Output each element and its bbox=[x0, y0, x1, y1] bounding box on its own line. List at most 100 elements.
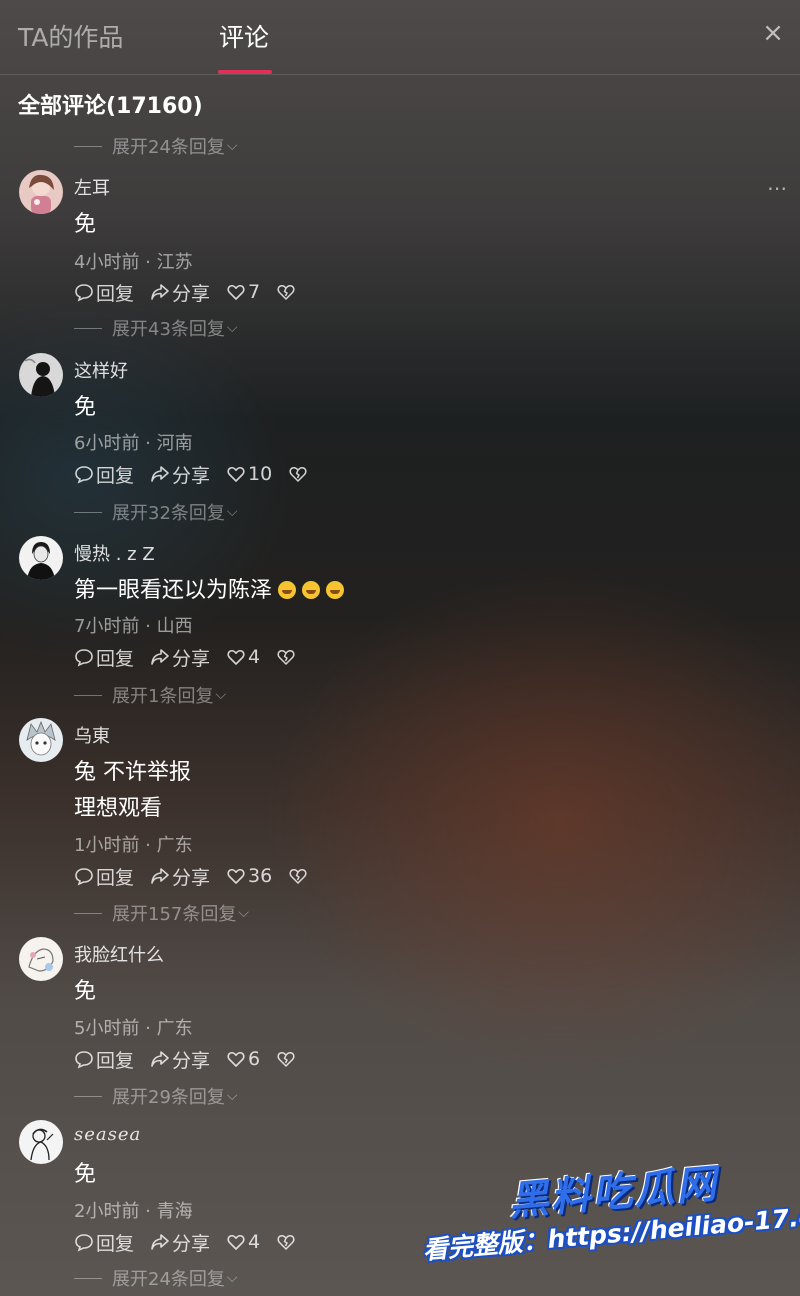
top-tab-bar: TA的作品 评论 × bbox=[0, 0, 800, 75]
reply-button[interactable]: 回复 bbox=[74, 461, 134, 488]
like-button[interactable]: 6 bbox=[226, 1048, 260, 1070]
like-button[interactable]: 36 bbox=[226, 865, 272, 887]
comment-actions: 回复 分享 4 bbox=[74, 1229, 312, 1255]
reply-icon bbox=[75, 284, 93, 302]
like-count: 4 bbox=[248, 646, 261, 668]
reply-label: 回复 bbox=[96, 1232, 135, 1255]
broken-heart-icon bbox=[289, 869, 307, 884]
dislike-button[interactable] bbox=[288, 866, 308, 886]
close-icon[interactable]: × bbox=[758, 18, 788, 48]
chevron-down-icon: ⌵ bbox=[215, 687, 227, 703]
expand-replies[interactable]: 展开157条回复 ⌵ bbox=[74, 901, 249, 925]
share-icon bbox=[151, 868, 169, 884]
avatar-photo bbox=[19, 170, 63, 214]
chevron-down-icon: ⌵ bbox=[226, 504, 238, 520]
more-options-icon[interactable]: ⋯ bbox=[767, 176, 788, 200]
expand-replies[interactable]: 展开24条回复 ⌵ bbox=[74, 134, 238, 158]
heart-icon bbox=[227, 868, 245, 884]
share-label: 分享 bbox=[172, 1049, 211, 1072]
avatar-sketch bbox=[19, 937, 63, 981]
reply-button[interactable]: 回复 bbox=[74, 644, 134, 671]
comment-text: 兔 不许举报 bbox=[74, 760, 191, 785]
dislike-button[interactable] bbox=[276, 647, 296, 667]
avatar[interactable] bbox=[19, 536, 63, 580]
divider-dash bbox=[74, 1277, 102, 1279]
reply-label: 回复 bbox=[96, 282, 135, 305]
reply-button[interactable]: 回复 bbox=[74, 1046, 134, 1073]
reply-icon bbox=[75, 1051, 93, 1069]
reply-button[interactable]: 回复 bbox=[74, 863, 134, 890]
avatar[interactable] bbox=[19, 718, 63, 762]
dislike-button[interactable] bbox=[276, 282, 296, 302]
watermark-url: 看完整版：https://heiliao-17.com bbox=[421, 1198, 800, 1265]
username[interactable]: 慢热 . z Z bbox=[74, 540, 155, 566]
chevron-down-icon: ⌵ bbox=[238, 905, 249, 921]
username[interactable]: seasea bbox=[74, 1124, 141, 1145]
heart-icon bbox=[227, 284, 245, 300]
username[interactable]: 乌東 bbox=[74, 722, 110, 748]
reply-icon bbox=[75, 1234, 93, 1252]
dislike-button[interactable] bbox=[288, 464, 308, 484]
share-icon bbox=[151, 649, 169, 665]
comment-actions: 回复 分享 6 bbox=[74, 1046, 312, 1072]
username[interactable]: 左耳 bbox=[74, 174, 110, 200]
reply-label: 回复 bbox=[96, 464, 135, 487]
active-tab-indicator bbox=[218, 70, 272, 74]
expand-replies[interactable]: 展开29条回复 ⌵ bbox=[74, 1084, 238, 1108]
dislike-button[interactable] bbox=[276, 1049, 296, 1069]
heart-icon bbox=[227, 1051, 245, 1067]
comment-meta: 2小时前 · 青海 bbox=[74, 1201, 193, 1222]
divider-dash bbox=[74, 694, 102, 696]
share-button[interactable]: 分享 bbox=[150, 1229, 210, 1256]
comment-text: 免 bbox=[74, 212, 97, 237]
share-label: 分享 bbox=[172, 464, 211, 487]
share-button[interactable]: 分享 bbox=[150, 644, 210, 671]
divider-dash bbox=[74, 327, 102, 329]
comment-text: 免 bbox=[74, 1162, 97, 1187]
share-button[interactable]: 分享 bbox=[150, 279, 210, 306]
share-button[interactable]: 分享 bbox=[150, 461, 210, 488]
expand-replies-label: 展开1条回复 bbox=[112, 686, 214, 707]
avatar[interactable] bbox=[19, 170, 63, 214]
chevron-down-icon: ⌵ bbox=[226, 138, 238, 154]
comment-actions: 回复 分享 7 bbox=[74, 279, 312, 305]
avatar[interactable] bbox=[19, 1120, 63, 1164]
like-button[interactable]: 4 bbox=[226, 646, 260, 668]
like-button[interactable]: 10 bbox=[226, 463, 272, 485]
divider-dash bbox=[74, 1095, 102, 1097]
like-button[interactable]: 4 bbox=[226, 1231, 260, 1253]
avatar[interactable] bbox=[19, 353, 63, 397]
comment-text-line-2: 理想观看 bbox=[74, 796, 163, 821]
chevron-down-icon: ⌵ bbox=[226, 1270, 238, 1286]
share-button[interactable]: 分享 bbox=[150, 1046, 210, 1073]
like-count: 10 bbox=[248, 463, 273, 485]
avatar[interactable] bbox=[19, 937, 63, 981]
expand-replies[interactable]: 展开43条回复 ⌵ bbox=[74, 316, 238, 340]
share-icon bbox=[151, 284, 169, 300]
username[interactable]: 我脸红什么 bbox=[74, 941, 164, 967]
laugh-cry-emoji-icon bbox=[302, 581, 321, 599]
comment-meta: 7小时前 · 山西 bbox=[74, 616, 193, 637]
dislike-button[interactable] bbox=[276, 1232, 296, 1252]
share-button[interactable]: 分享 bbox=[150, 863, 210, 890]
avatar-portrait bbox=[19, 536, 63, 580]
broken-heart-icon bbox=[277, 1235, 295, 1250]
expand-replies[interactable]: 展开24条回复 ⌵ bbox=[74, 1266, 238, 1290]
reply-label: 回复 bbox=[96, 647, 135, 670]
reply-icon bbox=[75, 649, 93, 667]
reply-label: 回复 bbox=[96, 1049, 135, 1072]
tab-works[interactable]: TA的作品 bbox=[18, 18, 123, 54]
avatar-anime bbox=[19, 718, 63, 762]
reply-button[interactable]: 回复 bbox=[74, 1229, 134, 1256]
username[interactable]: 这样好 bbox=[74, 357, 128, 383]
expand-replies[interactable]: 展开32条回复 ⌵ bbox=[74, 500, 238, 524]
reply-button[interactable]: 回复 bbox=[74, 279, 134, 306]
reply-icon bbox=[75, 466, 93, 484]
broken-heart-icon bbox=[277, 650, 295, 665]
comment-text: 免 bbox=[74, 979, 97, 1004]
broken-heart-icon bbox=[289, 467, 307, 482]
expand-replies[interactable]: 展开1条回复 ⌵ bbox=[74, 683, 226, 707]
laugh-cry-emoji-icon bbox=[326, 581, 345, 599]
tab-comments[interactable]: 评论 bbox=[219, 18, 269, 54]
like-button[interactable]: 7 bbox=[226, 281, 260, 303]
